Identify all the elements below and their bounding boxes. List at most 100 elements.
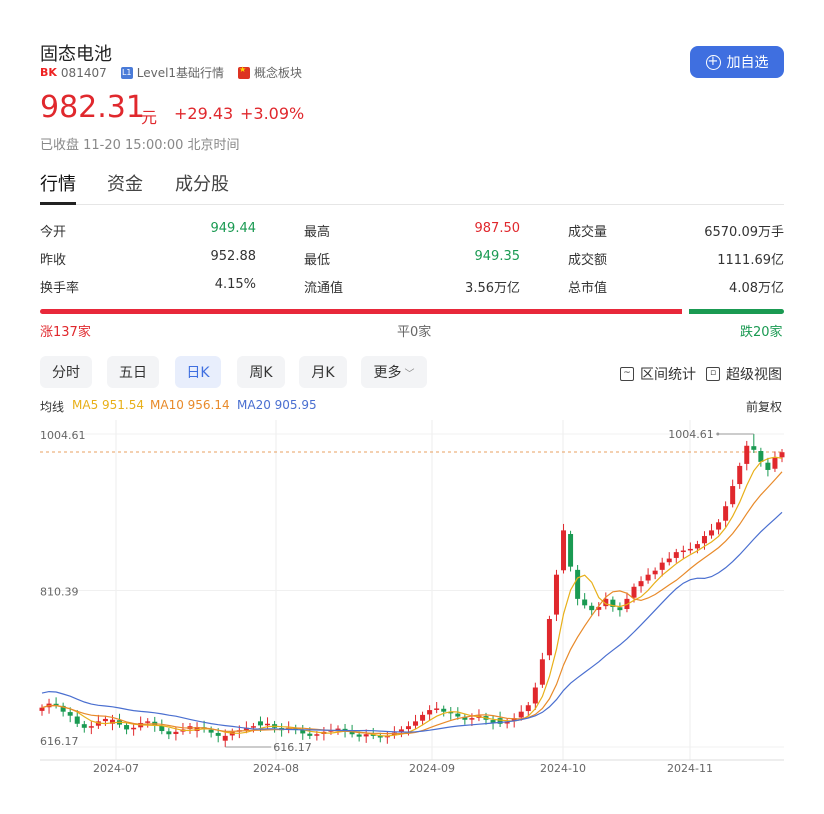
stat-label: 总市值	[568, 281, 608, 296]
chevron-down-icon: ﹀	[404, 368, 415, 380]
candle-body	[455, 713, 461, 717]
high-annotation-dot	[716, 432, 720, 436]
candle-body	[673, 552, 679, 558]
candle-body	[39, 707, 45, 711]
ma10-value: MA10 956.14	[150, 398, 230, 412]
current-price: 982.31	[40, 90, 145, 125]
candle-body	[88, 726, 94, 728]
y-tick-label: 1004.61	[40, 429, 86, 442]
stat-label: 今开	[40, 225, 67, 240]
tab-market[interactable]: 行情	[40, 170, 76, 196]
super-view-button[interactable]: ▫ 超级视图	[706, 364, 782, 384]
period-more-label: 更多	[373, 365, 402, 381]
candle-body	[67, 712, 73, 716]
candle-body	[363, 734, 369, 737]
kline-chart[interactable]: 1004.61 810.39 616.17 2024-07 2024-08 2024-09…	[0, 420, 824, 780]
tab-funds[interactable]: 资金	[107, 170, 143, 196]
period-monthly[interactable]: 月K	[299, 356, 347, 388]
stat-value: 949.44	[210, 221, 257, 236]
candle-body	[532, 687, 538, 704]
candle-body	[779, 452, 785, 458]
candle-body	[265, 723, 271, 726]
stat-label: 成交量	[568, 225, 608, 240]
candle-body	[694, 544, 700, 549]
candle-body	[758, 451, 764, 462]
candle-body	[441, 708, 447, 712]
stat-label: 最低	[304, 253, 331, 268]
candle-body	[131, 727, 137, 730]
candle-body	[638, 581, 644, 587]
candle-body	[680, 550, 686, 553]
candle-body	[631, 586, 637, 598]
candle-body	[420, 714, 426, 721]
frame-icon: ▫	[706, 367, 720, 381]
candle-body	[751, 446, 757, 450]
candle-body	[666, 558, 672, 563]
china-flag-icon	[238, 65, 251, 79]
candle-body	[257, 721, 263, 726]
market-status: 已收盘 11-20 15:00:00 北京时间	[40, 138, 240, 153]
up-count: 涨137家	[40, 325, 91, 340]
candle-body	[723, 506, 729, 521]
candle-body	[124, 725, 130, 730]
candle-body	[166, 731, 172, 735]
candle-body	[687, 548, 693, 551]
candle-body	[652, 570, 658, 575]
candle-body	[413, 721, 419, 726]
ma-label: 均线	[40, 400, 65, 414]
sector-meta: BK 081407 L1 Level1基础行情 概念板块	[40, 64, 302, 81]
candle-body	[744, 445, 750, 464]
candle-body	[575, 569, 581, 599]
stat-value: 987.50	[474, 221, 521, 236]
sector-code: 081407	[60, 65, 107, 80]
ma5-value: MA5 951.54	[72, 398, 144, 412]
x-tick-label: 2024-07	[93, 762, 139, 775]
tab-divider	[40, 204, 784, 205]
candle-body	[716, 522, 722, 530]
period-5day[interactable]: 五日	[107, 356, 159, 388]
tab-constituents[interactable]: 成分股	[175, 170, 229, 196]
candle-body	[307, 733, 313, 736]
ma10-line	[41, 471, 783, 735]
price-change-pct: +3.09%	[240, 104, 305, 123]
candle-body	[314, 734, 320, 736]
down-count: 跌20家	[740, 325, 783, 340]
down-breadth-bar	[689, 309, 784, 314]
concept-label[interactable]: 概念板块	[254, 64, 302, 81]
price-unit: 元	[141, 108, 158, 127]
stat-label: 换手率	[40, 281, 80, 296]
candle-body	[772, 457, 778, 469]
candle-body	[427, 710, 433, 715]
stat-label: 最高	[304, 225, 331, 240]
period-intraday[interactable]: 分时	[40, 356, 92, 388]
candle-body	[159, 725, 165, 732]
period-more[interactable]: 更多 ﹀	[361, 356, 427, 388]
sector-title: 固态电池	[40, 44, 112, 65]
candle-body	[709, 530, 715, 536]
high-annotation-label: 1004.61	[668, 428, 714, 441]
level1-label[interactable]: Level1基础行情	[137, 64, 224, 81]
candle-body	[250, 726, 256, 728]
period-daily[interactable]: 日K	[175, 356, 221, 388]
up-breadth-bar	[40, 309, 682, 314]
candle-body	[737, 465, 743, 485]
candle-body	[173, 731, 179, 735]
candle-body	[215, 732, 221, 736]
candle-body	[561, 530, 567, 571]
range-stats-button[interactable]: ~ 区间统计	[620, 364, 696, 384]
add-watchlist-button[interactable]: + 加自选	[690, 46, 784, 78]
stat-value: 6570.09万手	[704, 225, 784, 240]
stat-value: 4.08万亿	[729, 281, 784, 296]
add-watchlist-label: 加自选	[726, 55, 769, 71]
stat-label: 流通值	[304, 281, 344, 296]
x-tick-label: 2024-10	[540, 762, 586, 775]
period-weekly[interactable]: 周K	[237, 356, 285, 388]
range-stats-label: 区间统计	[640, 367, 696, 383]
candle-body	[518, 711, 524, 718]
candle-body	[582, 599, 588, 606]
candle-body	[145, 721, 151, 723]
x-tick-label: 2024-11	[667, 762, 713, 775]
candle-body	[469, 718, 475, 720]
adjust-mode[interactable]: 前复权	[746, 398, 782, 415]
candle-body	[659, 562, 665, 570]
